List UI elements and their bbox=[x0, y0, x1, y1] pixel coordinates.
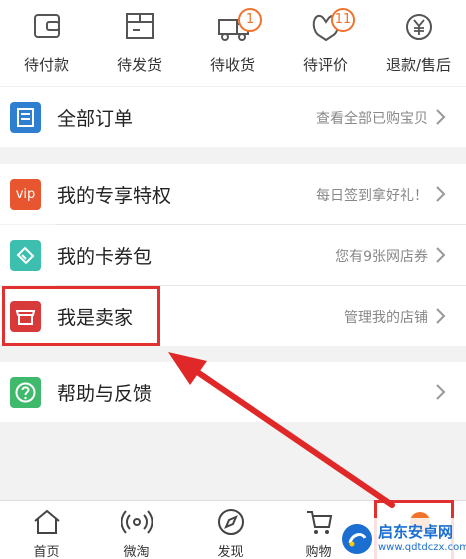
coupon-icon bbox=[10, 240, 41, 271]
tab-label: 微淘 bbox=[123, 545, 150, 559]
row-title: 我的卡券包 bbox=[57, 246, 153, 268]
tab-label: 发现 bbox=[217, 545, 244, 559]
status-pending-review[interactable]: 11 待评价 bbox=[279, 6, 372, 80]
badge-count: 11 bbox=[331, 8, 355, 32]
tab-home[interactable]: 首页 bbox=[0, 501, 93, 559]
refund-icon bbox=[405, 14, 432, 40]
row-hint: 管理我的店铺 bbox=[344, 310, 428, 326]
all-orders-row[interactable]: 全部订单 查看全部已购宝贝 bbox=[0, 87, 466, 147]
help-icon bbox=[10, 377, 41, 408]
watermark-title: 启东安卓网 bbox=[378, 523, 454, 541]
row-hint: 您有9张网店券 bbox=[335, 249, 428, 265]
chevron-right-icon bbox=[436, 109, 446, 125]
status-pending-payment[interactable]: 待付款 bbox=[0, 6, 93, 80]
watermark-logo bbox=[342, 524, 372, 554]
order-status-bar: 待付款 待发货 1 待收货 11 待评价 退款/售后 bbox=[0, 0, 466, 86]
tab-discover[interactable]: 发现 bbox=[184, 501, 277, 559]
list-icon bbox=[10, 102, 41, 133]
compass-icon bbox=[217, 509, 244, 535]
tab-weitao[interactable]: 微淘 bbox=[90, 501, 183, 559]
status-label: 待发货 bbox=[116, 56, 162, 74]
chevron-right-icon bbox=[436, 384, 446, 400]
row-title: 我的专享特权 bbox=[57, 185, 172, 207]
package-icon bbox=[125, 13, 154, 39]
chevron-right-icon bbox=[436, 308, 446, 324]
row-title: 全部订单 bbox=[57, 108, 134, 130]
chevron-right-icon bbox=[436, 186, 446, 202]
row-title: 帮助与反馈 bbox=[57, 383, 153, 405]
row-hint: 查看全部已购宝贝 bbox=[316, 111, 428, 127]
watermark-url: www.qdtdczx.com bbox=[378, 542, 466, 553]
help-feedback-row[interactable]: 帮助与反馈 bbox=[0, 362, 466, 422]
badge-count: 1 bbox=[238, 8, 262, 32]
status-label: 退款/售后 bbox=[385, 56, 452, 74]
status-label: 待付款 bbox=[23, 56, 69, 74]
cart-icon bbox=[306, 511, 332, 534]
tab-label: 首页 bbox=[33, 545, 60, 559]
status-refund[interactable]: 退款/售后 bbox=[372, 6, 465, 80]
vip-privileges-row[interactable]: vip 我的专享特权 每日签到拿好礼！ bbox=[0, 164, 466, 224]
watermark: 启东安卓网 www.qdtdczx.com bbox=[334, 518, 466, 559]
status-label: 待收货 bbox=[209, 56, 255, 74]
annotation-highlight-box bbox=[2, 286, 160, 346]
signal-icon bbox=[120, 510, 153, 534]
status-pending-receipt[interactable]: 1 待收货 bbox=[186, 6, 279, 80]
vip-icon: vip bbox=[10, 179, 41, 210]
chevron-right-icon bbox=[436, 247, 446, 263]
wallet-icon bbox=[33, 14, 60, 38]
coupon-wallet-row[interactable]: 我的卡券包 您有9张网店券 bbox=[0, 225, 466, 285]
status-pending-shipment[interactable]: 待发货 bbox=[93, 6, 186, 80]
home-icon bbox=[33, 509, 60, 534]
row-hint: 每日签到拿好礼！ bbox=[316, 188, 428, 204]
status-label: 待评价 bbox=[302, 56, 348, 74]
